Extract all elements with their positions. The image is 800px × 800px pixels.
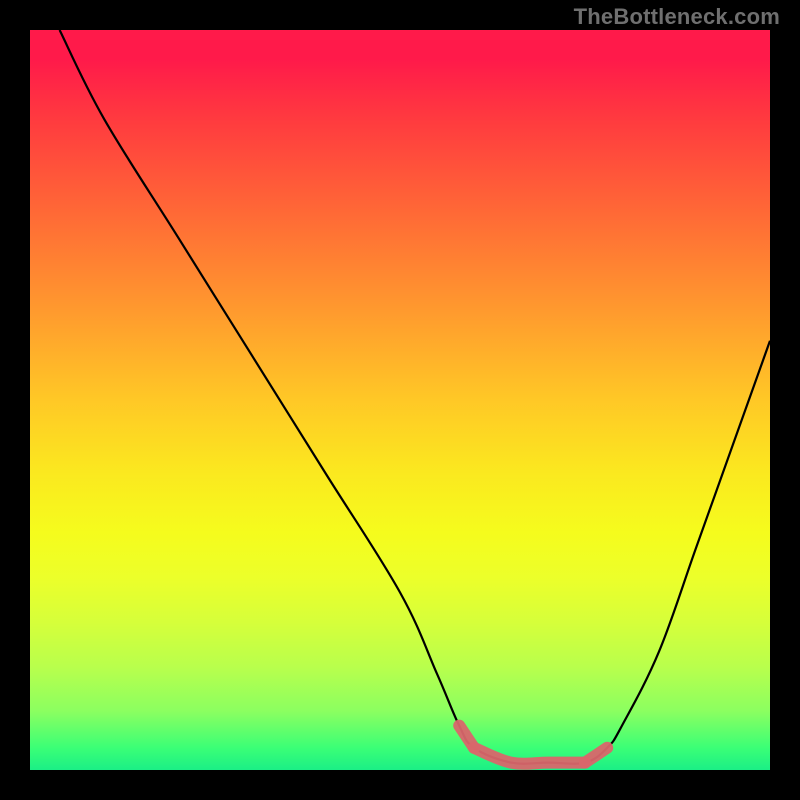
watermark-text: TheBottleneck.com — [574, 4, 780, 30]
chart-frame: TheBottleneck.com — [0, 0, 800, 800]
curve-layer — [60, 30, 770, 764]
highlight-layer — [459, 726, 607, 764]
optimal-range-right — [585, 748, 607, 763]
bottleneck-curve — [60, 30, 770, 764]
optimal-range-flat — [474, 748, 585, 764]
plot-area — [30, 30, 770, 770]
chart-svg — [30, 30, 770, 770]
